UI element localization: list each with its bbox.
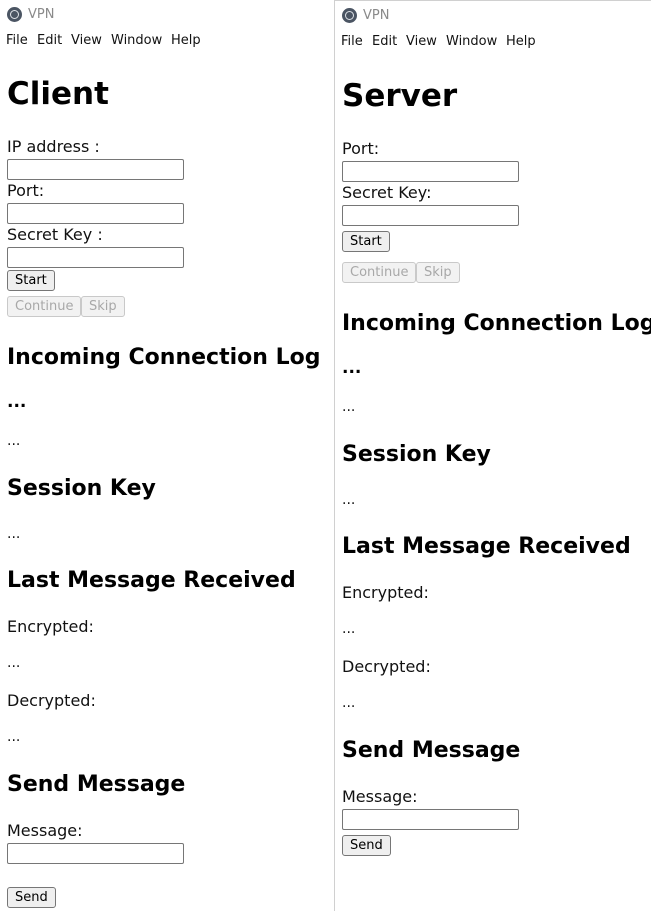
menu-edit[interactable]: Edit [37, 33, 62, 48]
menu-file[interactable]: File [341, 34, 363, 49]
server-window: VPN File Edit View Window Help Server Po… [334, 0, 651, 911]
port-label: Port: [342, 139, 380, 158]
continue-button[interactable]: Continue [342, 262, 417, 283]
decrypted-value: ... [7, 729, 21, 745]
log-heading: Incoming Connection Log [342, 311, 651, 336]
skip-button[interactable]: Skip [416, 262, 460, 283]
encrypted-label: Encrypted: [7, 617, 94, 636]
start-button[interactable]: Start [7, 270, 55, 291]
menu-file[interactable]: File [6, 33, 28, 48]
port-input[interactable] [342, 161, 519, 182]
log-bold-text: ... [342, 358, 362, 378]
encrypted-label: Encrypted: [342, 583, 429, 602]
decrypted-label: Decrypted: [342, 657, 431, 676]
app-icon [342, 8, 357, 23]
menu-view[interactable]: View [406, 34, 437, 49]
menu-window[interactable]: Window [446, 34, 497, 49]
port-input[interactable] [7, 203, 184, 224]
message-input[interactable] [342, 809, 519, 830]
secret-key-label: Secret Key: [342, 183, 432, 202]
session-key-heading: Session Key [7, 476, 156, 501]
secret-key-label: Secret Key : [7, 225, 103, 244]
session-key-heading: Session Key [342, 442, 491, 467]
window-title: VPN [363, 8, 390, 23]
log-bold-text: ... [7, 392, 27, 412]
menu-help[interactable]: Help [171, 33, 201, 48]
encrypted-value: ... [342, 621, 356, 637]
session-key-value: ... [7, 526, 21, 542]
last-message-heading: Last Message Received [7, 568, 296, 593]
last-message-heading: Last Message Received [342, 534, 631, 559]
secret-key-input[interactable] [342, 205, 519, 226]
menu-window[interactable]: Window [111, 33, 162, 48]
port-label: Port: [7, 181, 45, 200]
send-button[interactable]: Send [7, 887, 56, 908]
send-message-heading: Send Message [7, 772, 186, 797]
title-bar[interactable]: VPN [0, 0, 334, 30]
menu-bar: File Edit View Window Help [335, 31, 651, 53]
menu-help[interactable]: Help [506, 34, 536, 49]
app-icon [7, 7, 22, 22]
skip-button[interactable]: Skip [81, 296, 125, 317]
log-text: ... [7, 433, 21, 449]
title-bar[interactable]: VPN [335, 1, 651, 31]
log-heading: Incoming Connection Log [7, 345, 321, 370]
send-button[interactable]: Send [342, 835, 391, 856]
menu-edit[interactable]: Edit [372, 34, 397, 49]
page-title: Server [342, 78, 458, 114]
continue-button[interactable]: Continue [7, 296, 82, 317]
menu-bar: File Edit View Window Help [0, 30, 334, 52]
encrypted-value: ... [7, 655, 21, 671]
message-input[interactable] [7, 843, 184, 864]
client-window: VPN File Edit View Window Help Client IP… [0, 0, 334, 911]
decrypted-value: ... [342, 695, 356, 711]
menu-view[interactable]: View [71, 33, 102, 48]
log-text: ... [342, 399, 356, 415]
session-key-value: ... [342, 492, 356, 508]
ip-address-label: IP address : [7, 137, 100, 156]
secret-key-input[interactable] [7, 247, 184, 268]
page-title: Client [7, 76, 109, 112]
message-label: Message: [7, 821, 83, 840]
start-button[interactable]: Start [342, 231, 390, 252]
window-title: VPN [28, 7, 55, 22]
ip-address-input[interactable] [7, 159, 184, 180]
decrypted-label: Decrypted: [7, 691, 96, 710]
message-label: Message: [342, 787, 418, 806]
send-message-heading: Send Message [342, 738, 521, 763]
